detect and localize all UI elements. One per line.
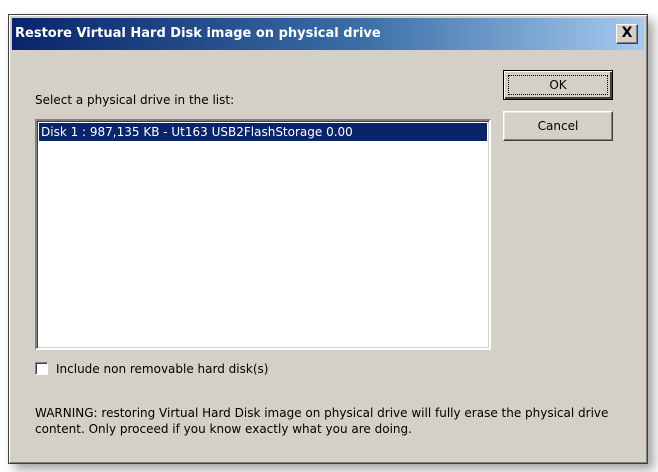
dialog-title: Restore Virtual Hard Disk image on physi… [15, 26, 381, 41]
ok-button[interactable]: OK [503, 70, 613, 100]
close-icon: X [621, 25, 633, 41]
drive-list-prompt: Select a physical drive in the list: [35, 93, 235, 107]
include-non-removable-checkbox[interactable] [35, 362, 48, 375]
physical-drive-list[interactable]: Disk 1 : 987,135 KB - Ut163 USB2FlashSto… [35, 119, 491, 350]
close-button[interactable]: X [616, 24, 638, 44]
warning-text: WARNING: restoring Virtual Hard Disk ima… [35, 406, 609, 436]
title-bar[interactable]: Restore Virtual Hard Disk image on physi… [12, 18, 644, 50]
include-non-removable-label[interactable]: Include non removable hard disk(s) [56, 362, 268, 376]
ok-button-label: OK [508, 75, 608, 95]
restore-vhd-dialog: Restore Virtual Hard Disk image on physi… [8, 14, 648, 464]
cancel-button[interactable]: Cancel [503, 111, 613, 141]
include-non-removable-row[interactable]: Include non removable hard disk(s) [35, 361, 268, 377]
list-item-drive[interactable]: Disk 1 : 987,135 KB - Ut163 USB2FlashSto… [39, 123, 487, 141]
